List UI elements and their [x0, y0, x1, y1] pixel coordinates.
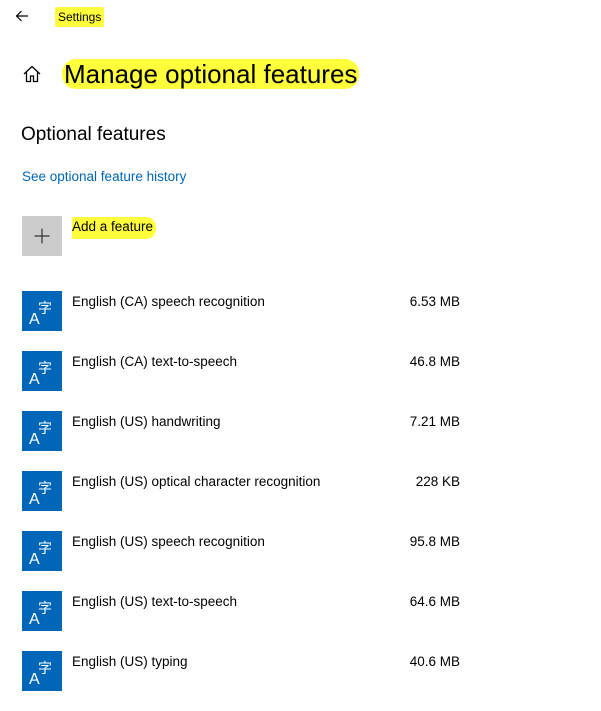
back-button[interactable]	[8, 4, 36, 28]
language-icon: A 字	[22, 651, 62, 691]
window-title: Settings	[55, 7, 105, 27]
page-header: Manage optional features	[20, 56, 580, 96]
feature-size: 40.6 MB	[409, 654, 460, 669]
language-icon: A 字	[22, 411, 62, 451]
arrow-left-icon	[15, 10, 28, 22]
feature-item[interactable]: A 字 English (US) speech recognition 95.8…	[22, 531, 482, 571]
feature-list: A 字 English (CA) speech recognition 6.53…	[22, 291, 482, 711]
language-icon: A 字	[22, 591, 62, 631]
svg-text:字: 字	[38, 421, 52, 437]
feature-name: English (US) optical character recogniti…	[72, 474, 321, 489]
feature-size: 95.8 MB	[409, 534, 460, 549]
home-icon	[23, 65, 41, 83]
plus-icon	[34, 228, 50, 244]
language-icon: A 字	[22, 471, 62, 511]
add-feature-label: Add a feature	[72, 217, 157, 239]
feature-size: 46.8 MB	[409, 354, 460, 369]
home-button[interactable]	[20, 62, 44, 86]
page-title-text: Manage optional features	[62, 59, 360, 89]
feature-name: English (US) handwriting	[72, 414, 221, 429]
page-title: Manage optional features	[62, 56, 360, 92]
feature-size: 6.53 MB	[409, 294, 460, 309]
feature-item[interactable]: A 字 English (US) text-to-speech 64.6 MB	[22, 591, 482, 631]
svg-text:字: 字	[38, 301, 52, 317]
svg-text:字: 字	[38, 541, 52, 557]
feature-item[interactable]: A 字 English (US) optical character recog…	[22, 471, 482, 511]
svg-text:字: 字	[38, 661, 52, 677]
section-title: Optional features	[21, 124, 166, 145]
feature-item[interactable]: A 字 English (US) typing 40.6 MB	[22, 651, 482, 691]
feature-name: English (US) text-to-speech	[72, 594, 238, 609]
feature-name: English (CA) speech recognition	[72, 294, 265, 309]
title-bar: Settings	[0, 0, 601, 34]
feature-item[interactable]: A 字 English (US) handwriting 7.21 MB	[22, 411, 482, 451]
feature-history-link[interactable]: See optional feature history	[22, 168, 186, 186]
language-icon: A 字	[22, 531, 62, 571]
feature-item[interactable]: A 字 English (CA) text-to-speech 46.8 MB	[22, 351, 482, 391]
feature-size: 64.6 MB	[409, 594, 460, 609]
language-icon: A 字	[22, 291, 62, 331]
add-feature-tile	[22, 216, 62, 256]
feature-size: 228 KB	[415, 474, 460, 489]
feature-name: English (US) typing	[72, 654, 188, 669]
feature-name: English (US) speech recognition	[72, 534, 265, 549]
svg-text:字: 字	[38, 601, 52, 617]
feature-item[interactable]: A 字 English (CA) speech recognition 6.53…	[22, 291, 482, 331]
svg-text:字: 字	[38, 481, 52, 497]
add-feature-button[interactable]: Add a feature	[22, 216, 322, 256]
svg-text:字: 字	[38, 361, 52, 377]
feature-name: English (CA) text-to-speech	[72, 354, 238, 369]
language-icon: A 字	[22, 351, 62, 391]
feature-size: 7.21 MB	[409, 414, 460, 429]
